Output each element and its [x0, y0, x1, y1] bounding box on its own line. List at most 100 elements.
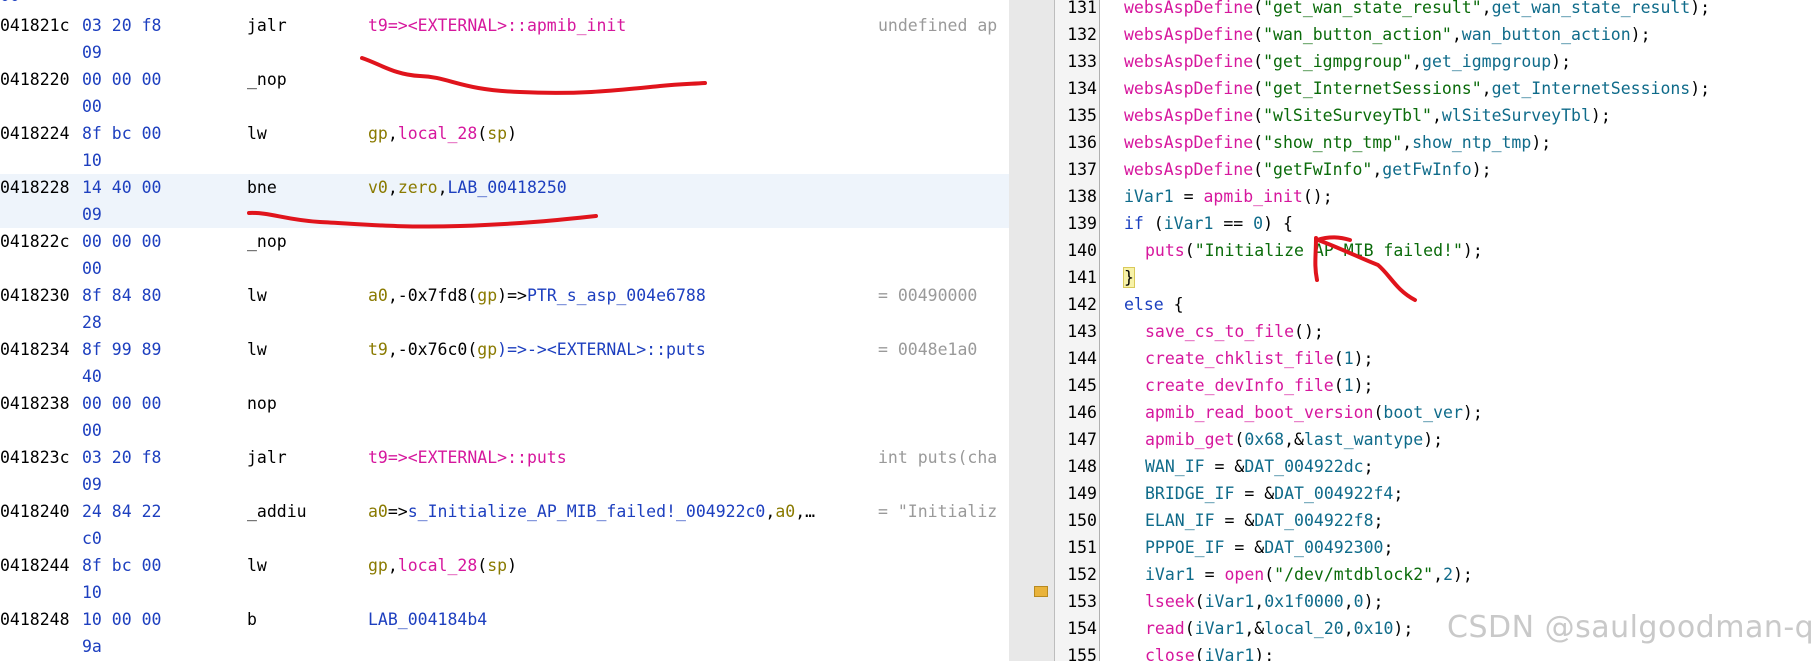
listing-bytes-cont: 10: [82, 583, 102, 602]
code-line[interactable]: websAspDefine("wlSiteSurveyTbl",wlSiteSu…: [1124, 102, 1611, 129]
listing-row[interactable]: 041821c 03 20 f8 09 jalr t9=><EXTERNAL>::apm…: [0, 12, 1009, 66]
listing-bytes: 8f 84 80: [82, 286, 162, 305]
code-line[interactable]: websAspDefine("show_ntp_tmp",show_ntp_tm…: [1124, 129, 1551, 156]
operand-token: ): [507, 124, 518, 143]
function-token[interactable]: websAspDefine: [1124, 79, 1253, 98]
code-line[interactable]: websAspDefine("get_wan_state_result",get…: [1124, 0, 1710, 21]
code-line[interactable]: }: [1123, 264, 1135, 291]
operand-token[interactable]: local_28: [398, 556, 477, 575]
variable-token[interactable]: BRIDGE_IF: [1145, 484, 1234, 503]
variable-token[interactable]: iVar1: [1195, 619, 1245, 638]
function-token[interactable]: create_chklist_file: [1145, 349, 1334, 368]
variable-token[interactable]: get_igmpgroup: [1422, 52, 1551, 71]
listing-row[interactable]: 0418228 14 40 00 09 bne v0,zero,LAB_00418250: [0, 174, 1009, 228]
code-line[interactable]: create_devInfo_file(1);: [1145, 372, 1374, 399]
function-token[interactable]: apmib_init: [1203, 187, 1302, 206]
code-line[interactable]: websAspDefine("wan_button_action",wan_bu…: [1124, 21, 1651, 48]
variable-token[interactable]: DAT_004922f8: [1254, 511, 1373, 530]
variable-token[interactable]: getFwInfo: [1382, 160, 1471, 179]
variable-token[interactable]: iVar1: [1145, 565, 1195, 584]
function-token[interactable]: read: [1145, 619, 1185, 638]
listing-comment: int puts(cha: [878, 448, 998, 467]
operand-token[interactable]: t9=><EXTERNAL>::apmib_init: [368, 16, 626, 35]
code-line[interactable]: close(iVar1);: [1145, 642, 1274, 661]
code-line[interactable]: websAspDefine("getFwInfo",getFwInfo);: [1124, 156, 1492, 183]
code-line[interactable]: puts("Initialize AP MIB failed!");: [1145, 237, 1483, 264]
code-line[interactable]: apmib_get(0x68,&last_wantype);: [1145, 426, 1443, 453]
code-line[interactable]: PPPOE_IF = &DAT_00492300;: [1145, 534, 1393, 561]
code-line[interactable]: websAspDefine("get_igmpgroup",get_igmpgr…: [1124, 48, 1571, 75]
function-token[interactable]: lseek: [1145, 592, 1195, 611]
variable-token[interactable]: last_wantype: [1304, 430, 1423, 449]
variable-token[interactable]: ELAN_IF: [1145, 511, 1215, 530]
variable-token[interactable]: PPPOE_IF: [1145, 538, 1224, 557]
function-token[interactable]: websAspDefine: [1124, 106, 1253, 125]
function-token[interactable]: websAspDefine: [1124, 25, 1253, 44]
listing-row[interactable]: 0418244 8f bc 00 10 lw gp,local_28(sp): [0, 552, 1009, 606]
listing-row[interactable]: 0418248 10 00 00 9a b LAB_004184b4: [0, 606, 1009, 660]
listing-row[interactable]: 041822c 00 00 00 00 _nop: [0, 228, 1009, 282]
operand-token[interactable]: local_28: [398, 124, 477, 143]
code-line[interactable]: apmib_read_boot_version(boot_ver);: [1145, 399, 1483, 426]
function-token[interactable]: websAspDefine: [1124, 52, 1253, 71]
variable-token[interactable]: iVar1: [1164, 214, 1214, 233]
function-token[interactable]: create_devInfo_file: [1145, 376, 1334, 395]
listing-row[interactable]: 0418240 24 84 22 c0 _addiu a0=>s_Initialize_…: [0, 498, 1009, 552]
code-line[interactable]: read(iVar1,&local_20,0x10);: [1145, 615, 1413, 642]
function-token[interactable]: save_cs_to_file: [1145, 322, 1294, 341]
variable-token[interactable]: WAN_IF: [1145, 457, 1205, 476]
variable-token[interactable]: boot_ver: [1383, 403, 1462, 422]
code-line[interactable]: BRIDGE_IF = &DAT_004922f4;: [1145, 480, 1403, 507]
code-line[interactable]: iVar1 = open("/dev/mtdblock2",2);: [1145, 561, 1473, 588]
function-token[interactable]: puts: [1145, 241, 1185, 260]
variable-token[interactable]: DAT_004922dc: [1244, 457, 1363, 476]
code-line[interactable]: create_chklist_file(1);: [1145, 345, 1374, 372]
function-token[interactable]: close: [1145, 646, 1195, 661]
listing-comment: = 00490000: [878, 286, 978, 305]
listing-row[interactable]: 0418224 8f bc 00 10 lw gp,local_28(sp): [0, 120, 1009, 174]
listing-address: 0418220: [0, 70, 70, 89]
function-token[interactable]: apmib_read_boot_version: [1145, 403, 1373, 422]
code-line[interactable]: if (iVar1 == 0) {: [1124, 210, 1293, 237]
variable-token[interactable]: iVar1: [1205, 592, 1255, 611]
function-token[interactable]: apmib_get: [1145, 430, 1234, 449]
splitter-marker[interactable]: [1034, 586, 1048, 597]
code-line[interactable]: else {: [1124, 291, 1184, 318]
listing-row[interactable]: 041823c 03 20 f8 09 jalr t9=><EXTERNAL>::put…: [0, 444, 1009, 498]
variable-token[interactable]: wlSiteSurveyTbl: [1442, 106, 1591, 125]
code-line[interactable]: save_cs_to_file();: [1145, 318, 1324, 345]
function-token[interactable]: websAspDefine: [1124, 133, 1253, 152]
listing-bytes: 03 20 f8: [82, 16, 162, 35]
code-line[interactable]: ELAN_IF = &DAT_004922f8;: [1145, 507, 1383, 534]
line-number: 138: [1067, 187, 1097, 206]
operand-token[interactable]: t9=><EXTERNAL>::puts: [368, 448, 567, 467]
code-line[interactable]: iVar1 = apmib_init();: [1124, 183, 1333, 210]
code-line[interactable]: websAspDefine("get_InternetSessions",get…: [1124, 75, 1710, 102]
code-line[interactable]: WAN_IF = &DAT_004922dc;: [1145, 453, 1374, 480]
operand-token[interactable]: )=>-><EXTERNAL>::puts: [497, 340, 706, 359]
variable-token[interactable]: show_ntp_tmp: [1412, 133, 1531, 152]
listing-mnemonic: lw: [247, 556, 267, 575]
variable-token[interactable]: wan_button_action: [1462, 25, 1631, 44]
variable-token[interactable]: iVar1: [1124, 187, 1174, 206]
listing-row[interactable]: 0418238 00 00 00 00 nop: [0, 390, 1009, 444]
variable-token[interactable]: DAT_004922f4: [1274, 484, 1393, 503]
variable-token[interactable]: DAT_00492300: [1264, 538, 1383, 557]
operand-token[interactable]: LAB_004184b4: [368, 610, 487, 629]
function-token[interactable]: open: [1224, 565, 1264, 584]
variable-token[interactable]: local_20: [1264, 619, 1343, 638]
panel-splitter[interactable]: [1009, 0, 1054, 661]
punctuation-token: );: [1254, 646, 1275, 661]
function-token[interactable]: websAspDefine: [1124, 160, 1253, 179]
listing-row[interactable]: 0418230 8f 84 80 28 lw a0,-0x7fd8(gp)=>PTR_s…: [0, 282, 1009, 336]
listing-row[interactable]: 0418234 8f 99 89 40 lw t9,-0x76c0(gp)=>-><EX…: [0, 336, 1009, 390]
function-token[interactable]: websAspDefine: [1124, 0, 1253, 17]
listing-row[interactable]: 0418220 00 00 00 00 _nop: [0, 66, 1009, 120]
variable-token[interactable]: get_wan_state_result: [1492, 0, 1691, 17]
variable-token[interactable]: get_InternetSessions: [1492, 79, 1691, 98]
operand-token[interactable]: PTR_s_asp_004e6788: [527, 286, 706, 305]
operand-token[interactable]: LAB_00418250: [448, 178, 567, 197]
variable-token[interactable]: iVar1: [1205, 646, 1255, 661]
operand-token[interactable]: s_Initialize_AP_MIB_failed!_004922c0: [408, 502, 766, 521]
code-line[interactable]: lseek(iVar1,0x1f0000,0);: [1145, 588, 1383, 615]
